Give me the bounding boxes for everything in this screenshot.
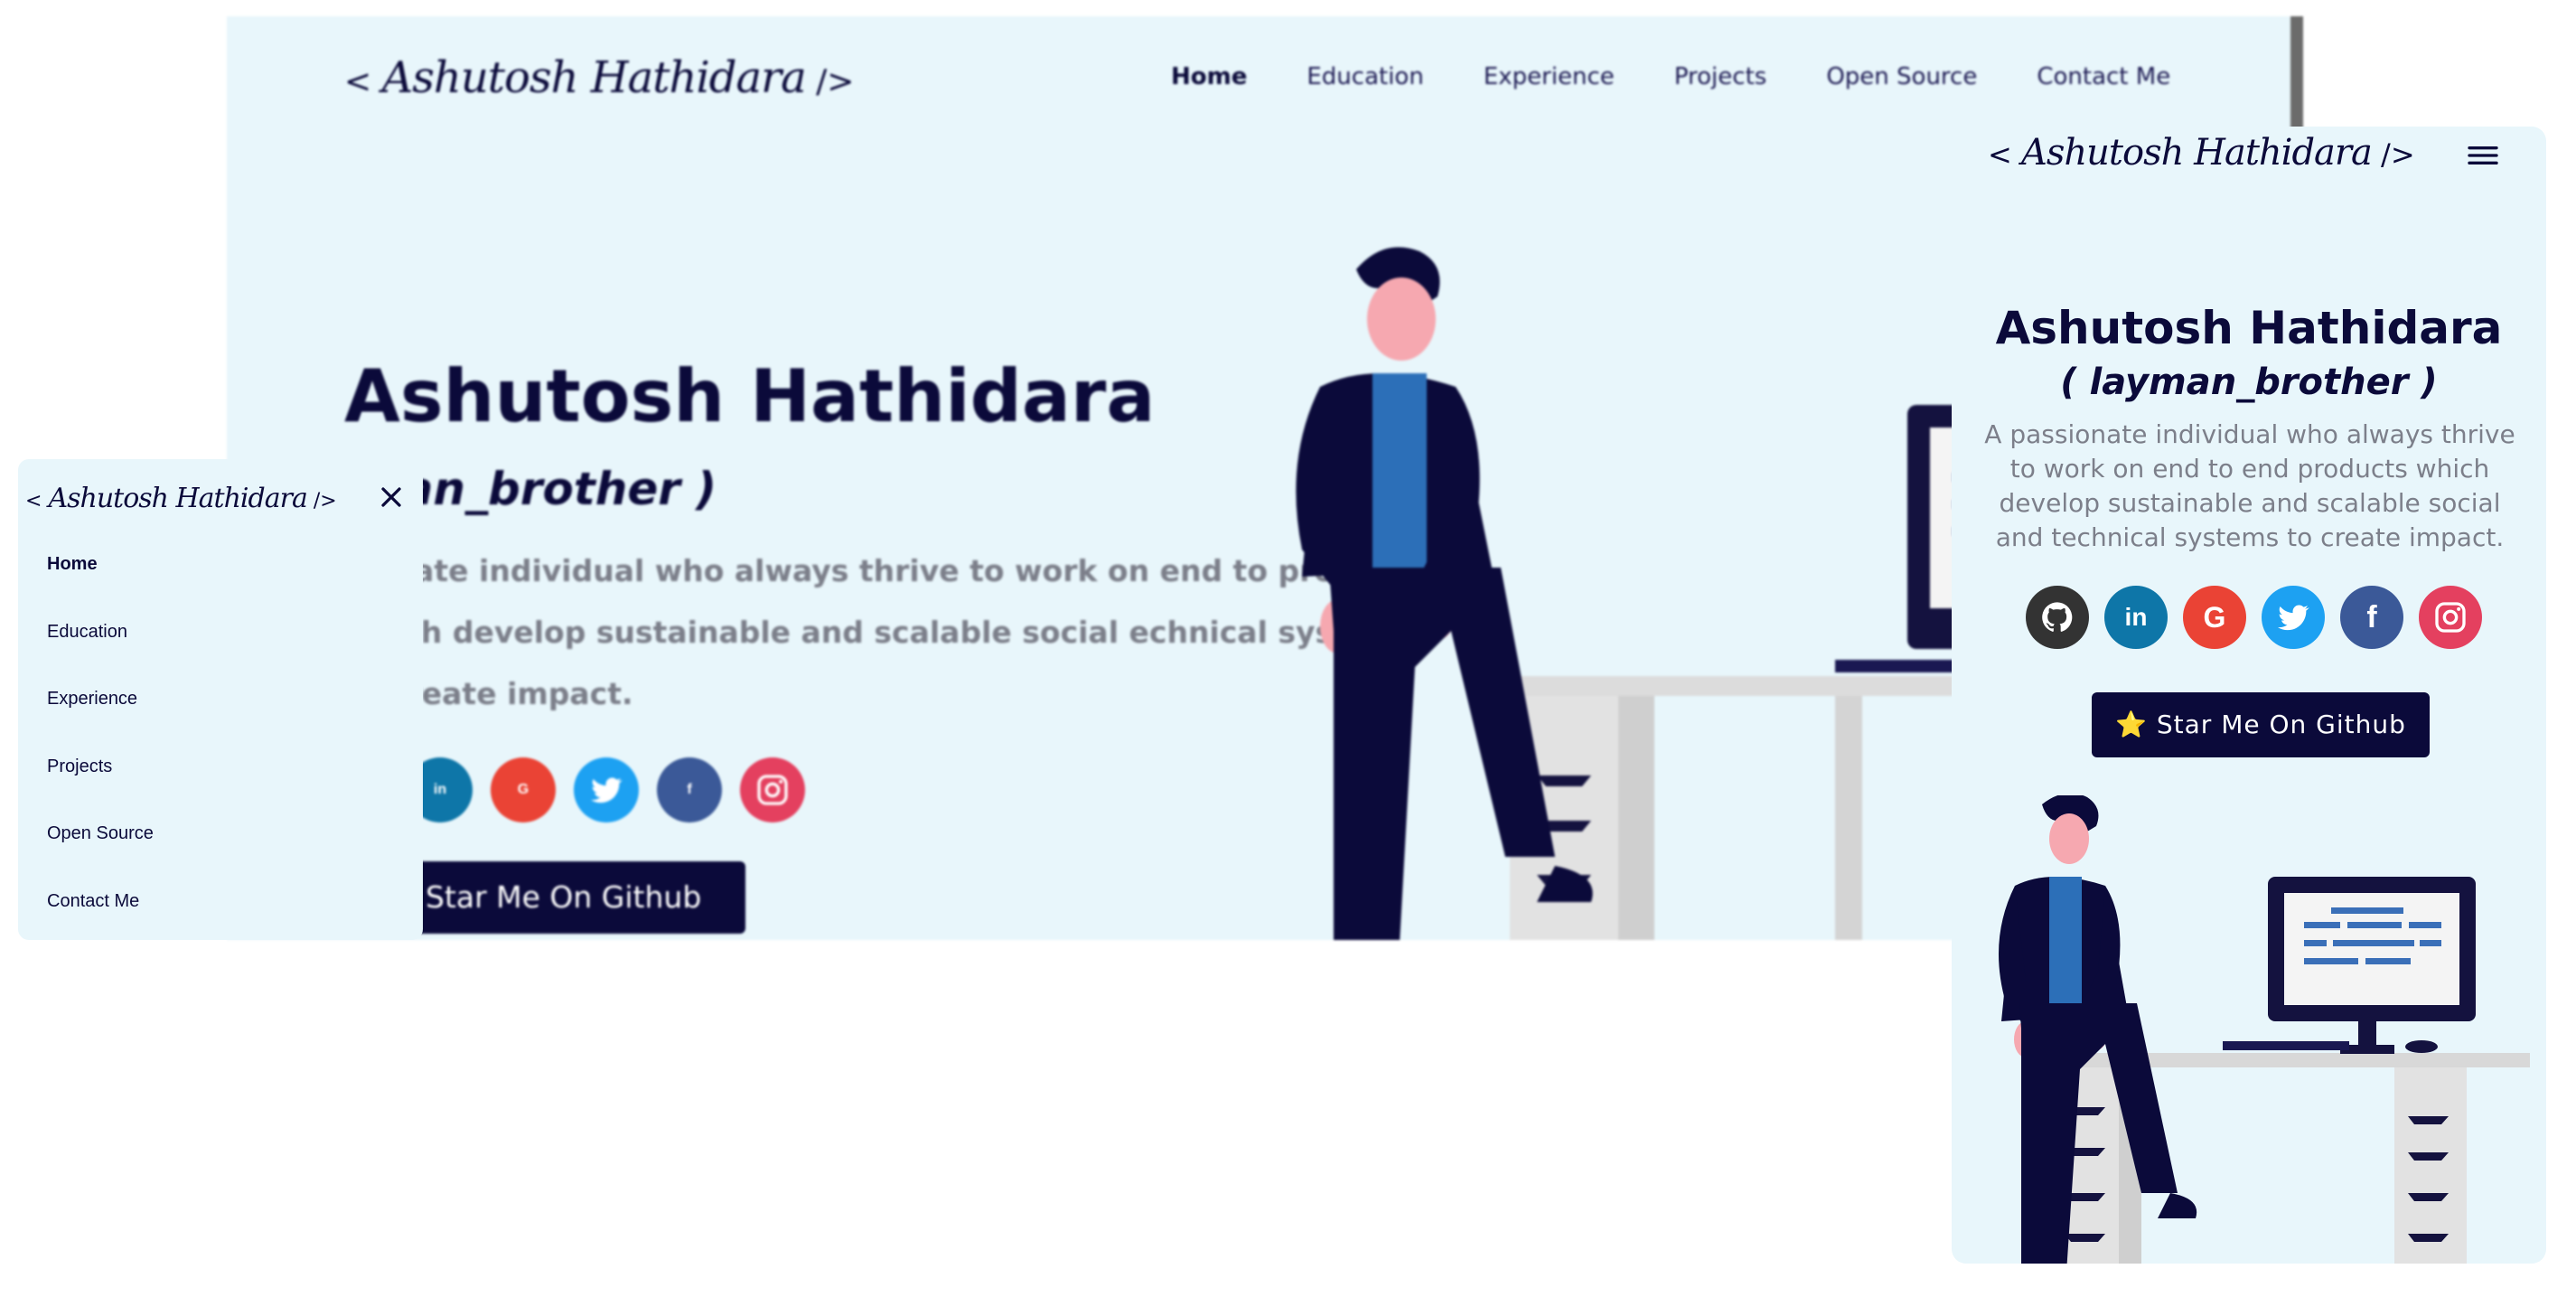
logo[interactable]: < Ashutosh Hathidara /> xyxy=(344,52,854,103)
nav-home[interactable]: Home xyxy=(1171,63,1247,90)
twitter-icon[interactable] xyxy=(2262,586,2325,649)
hero-title: Ashutosh Hathidara xyxy=(344,354,1156,438)
developer-illustration xyxy=(1999,795,2530,1264)
mobile-view: < Ashutosh Hathidara /> Ashutosh Hathida… xyxy=(1952,127,2546,1264)
logo-signature: Ashutosh Hathidara xyxy=(381,52,807,103)
facebook-icon[interactable]: f xyxy=(657,757,722,822)
close-icon[interactable] xyxy=(375,481,407,513)
hero-subtitle: ( layman_brother ) xyxy=(2060,362,2438,403)
menu-item-experience[interactable]: Experience xyxy=(47,689,154,757)
logo-open-bracket: < xyxy=(25,490,42,512)
hamburger-menu-icon[interactable] xyxy=(2465,137,2501,174)
logo-close-bracket: /> xyxy=(313,490,337,512)
hero-title: Ashutosh Hathidara xyxy=(1995,302,2503,354)
logo[interactable]: < Ashutosh Hathidara /> xyxy=(25,483,337,514)
menu-item-home[interactable]: Home xyxy=(47,554,154,622)
menu-item-contact-me[interactable]: Contact Me xyxy=(47,891,154,959)
twitter-icon[interactable] xyxy=(574,757,639,822)
google-icon[interactable]: G xyxy=(491,757,556,822)
instagram-icon[interactable] xyxy=(2419,586,2482,649)
logo[interactable]: < Ashutosh Hathidara /> xyxy=(1988,132,2415,174)
star-github-button[interactable]: ⭐ Star Me On Github xyxy=(2092,692,2430,757)
logo-close-bracket: /> xyxy=(816,63,855,100)
nav-education[interactable]: Education xyxy=(1307,63,1423,90)
linkedin-icon[interactable]: in xyxy=(2104,586,2168,649)
social-links: in G f xyxy=(2026,586,2482,649)
menu-item-open-source[interactable]: Open Source xyxy=(47,823,154,891)
logo-open-bracket: < xyxy=(1988,137,2012,172)
nav-bar: Home Education Experience Projects Open … xyxy=(1171,63,2230,90)
facebook-icon[interactable]: f xyxy=(2340,586,2403,649)
logo-open-bracket: < xyxy=(344,63,372,100)
social-links: in G f xyxy=(407,757,805,822)
instagram-icon[interactable] xyxy=(740,757,805,822)
logo-signature: Ashutosh Hathidara xyxy=(2020,132,2373,174)
menu-list: Home Education Experience Projects Open … xyxy=(47,554,154,959)
google-icon[interactable]: G xyxy=(2183,586,2246,649)
logo-close-bracket: /> xyxy=(2381,137,2415,172)
menu-item-education[interactable]: Education xyxy=(47,622,154,690)
github-icon[interactable] xyxy=(2026,586,2089,649)
mobile-menu-drawer: < Ashutosh Hathidara /> Home Education E… xyxy=(18,459,423,940)
nav-contact-me[interactable]: Contact Me xyxy=(2037,63,2170,90)
logo-signature: Ashutosh Hathidara xyxy=(48,483,307,514)
menu-item-projects[interactable]: Projects xyxy=(47,757,154,824)
nav-open-source[interactable]: Open Source xyxy=(1826,63,1977,90)
hero-description: A passionate individual who always thriv… xyxy=(1984,419,2515,552)
nav-experience[interactable]: Experience xyxy=(1484,63,1615,90)
nav-projects[interactable]: Projects xyxy=(1674,63,1767,90)
